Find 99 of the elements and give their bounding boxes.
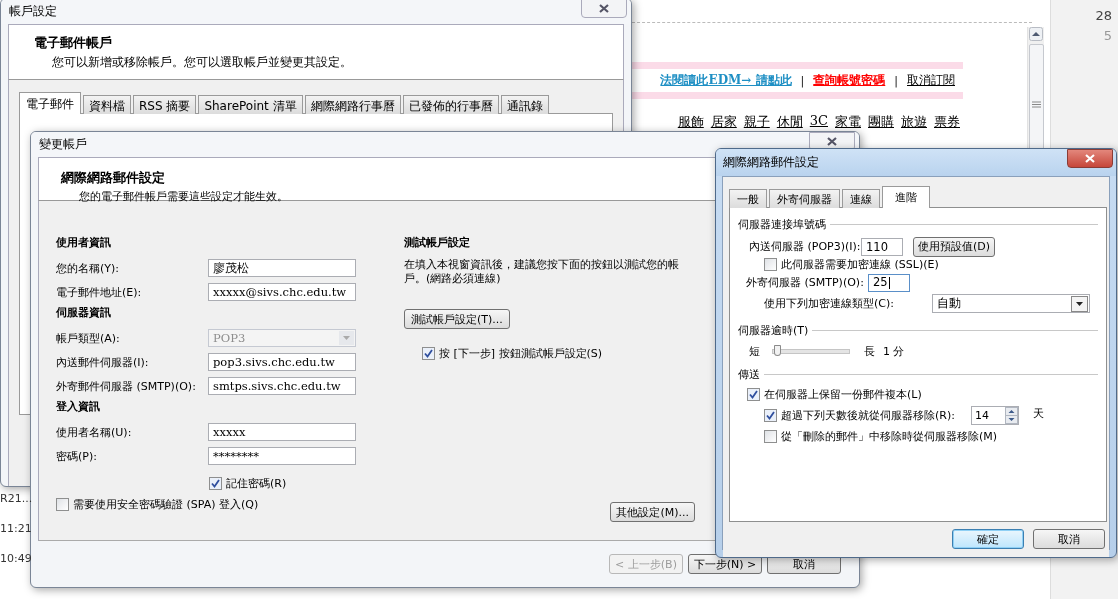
button[interactable]: 確定 <box>952 529 1024 549</box>
input-field[interactable]: pop3.sivs.chc.edu.tw <box>208 353 356 371</box>
unit-label: 天 <box>1032 406 1044 421</box>
field-label: 外寄伺服器 (SMTP)(O): <box>746 275 865 290</box>
input-field[interactable]: ******** <box>208 447 356 465</box>
tab[interactable]: 一般 <box>729 189 767 208</box>
tab[interactable]: 外寄伺服器 <box>769 189 840 208</box>
checkbox[interactable] <box>764 430 777 443</box>
slider-reading: 1 分 <box>883 343 905 359</box>
checkbox[interactable] <box>764 258 777 271</box>
link[interactable]: 法閱讀此EDM→ 請點此 <box>660 72 792 89</box>
tab[interactable]: 通訊錄 <box>500 95 549 114</box>
checkbox-label: 記住密碼(R) <box>226 475 287 491</box>
section-heading: 伺服器資訊 <box>56 305 112 321</box>
header-title: 網際網路郵件設定 <box>61 170 165 187</box>
tab[interactable]: SharePoint 清單 <box>198 95 303 114</box>
number-spinner[interactable]: 14 <box>970 406 1019 425</box>
input-field[interactable]: 廖茂松 <box>208 259 356 277</box>
separator-text: | <box>894 74 898 87</box>
field-label: 密碼(P): <box>56 448 98 464</box>
separator-text: | <box>800 74 805 87</box>
group-title: 伺服器連接埠號碼 <box>738 217 826 232</box>
spinner-value: 14 <box>974 409 989 422</box>
category-link[interactable]: 服飾 <box>677 113 704 131</box>
caret-icon <box>1076 301 1083 306</box>
section-heading: 登入資訊 <box>56 399 101 415</box>
tab[interactable]: 電子郵件 <box>19 92 81 114</box>
checkbox-label: 此伺服器需要加密連線 (SSL)(E) <box>781 257 939 272</box>
field-label: 外寄郵件伺服器 (SMTP)(O): <box>56 378 197 394</box>
header-subtitle: 您的電子郵件帳戶需要這些設定才能生效。 <box>79 189 288 204</box>
tab[interactable]: 網際網路行事曆 <box>304 95 401 114</box>
spinner-arrows-icon <box>1004 407 1018 424</box>
input-field[interactable]: smtps.sivs.chc.edu.tw <box>208 377 356 395</box>
group-title: 傳送 <box>738 367 760 382</box>
section-heading: 測試帳戶設定 <box>404 235 471 251</box>
field-label: 內送伺服器 (POP3)(I): <box>749 239 861 254</box>
window-title: 變更帳戶 <box>39 136 87 153</box>
category-link[interactable]: 團購 <box>868 113 894 131</box>
header-title: 電子郵件帳戶 <box>34 35 112 52</box>
category-link[interactable]: 親子 <box>743 113 770 131</box>
default-button[interactable]: 使用預設值(D) <box>913 236 996 257</box>
tab[interactable]: 進階 <box>882 186 930 208</box>
checkbox-label: 超過下列天數後就從伺服器移除(R): <box>781 408 955 423</box>
slider-label: 短 <box>749 343 760 359</box>
close-button[interactable] <box>1067 149 1113 168</box>
checkbox[interactable] <box>209 476 222 490</box>
close-icon <box>827 137 837 146</box>
window-title: 帳戶設定 <box>9 3 57 20</box>
close-icon <box>1085 154 1095 163</box>
field-label: 帳戶類型(A): <box>56 330 121 346</box>
scroll-up-icon <box>1029 27 1043 41</box>
input-field[interactable]: xxxxx <box>208 423 356 441</box>
slider[interactable] <box>772 348 850 354</box>
link[interactable]: 取消訂閱 <box>907 72 955 89</box>
more-settings-button[interactable]: 其他設定(M)... <box>610 502 695 522</box>
description-text: 在填入本視窗資訊後，建議您按下面的按鈕以測試您的帳戶。(網路必須連線) <box>404 258 680 286</box>
category-link[interactable]: 票券 <box>934 113 960 131</box>
window-title: 網際網路郵件設定 <box>723 154 819 171</box>
calendar-day[interactable]: 28 <box>1095 8 1112 23</box>
tab[interactable]: RSS 摘要 <box>133 95 197 114</box>
checkbox-label: 按 [下一步] 按鈕測試帳戶設定(S) <box>439 346 603 361</box>
button[interactable]: 取消 <box>1033 529 1105 549</box>
link[interactable]: 查詢帳號密碼 <box>813 72 886 89</box>
category-link[interactable]: 家電 <box>835 113 861 131</box>
section-heading: 使用者資訊 <box>56 235 112 251</box>
checkbox-label: 需要使用安全密碼驗證 (SPA) 登入(Q) <box>73 497 259 512</box>
caret-icon <box>343 336 350 340</box>
dropdown[interactable]: 自動 <box>932 294 1090 313</box>
close-icon <box>599 4 609 13</box>
tab[interactable]: 連線 <box>842 189 880 208</box>
test-button[interactable]: 測試帳戶設定(T)... <box>404 309 510 329</box>
slider-thumb[interactable] <box>773 344 781 356</box>
category-link[interactable]: 旅遊 <box>901 113 927 131</box>
input-field[interactable]: 25 <box>868 273 910 292</box>
input-field[interactable]: xxxxx@sivs.chc.edu.tw <box>208 283 356 301</box>
dropdown-value: 自動 <box>937 296 961 311</box>
category-link[interactable]: 休閒 <box>776 113 803 131</box>
header-subtitle: 您可以新增或移除帳戶。您可以選取帳戶並變更其設定。 <box>52 54 352 71</box>
field-label: 您的名稱(Y): <box>56 260 120 276</box>
tab[interactable]: 已發佈的行事曆 <box>402 95 499 114</box>
input-field[interactable]: 110 <box>861 237 903 256</box>
checkbox-label: 從「刪除的郵件」中移除時從伺服器移除(M) <box>781 429 998 444</box>
checkbox[interactable] <box>422 347 435 360</box>
grip-icon <box>1031 100 1041 108</box>
category-link[interactable]: 3C <box>809 113 828 131</box>
slider-label: 長 <box>864 343 875 359</box>
field-label: 內送郵件伺服器(I): <box>56 354 150 370</box>
checkbox[interactable] <box>56 498 69 511</box>
tab[interactable]: 資料檔 <box>83 95 131 114</box>
close-button[interactable] <box>581 0 627 18</box>
checkbox-label: 在伺服器上保留一份郵件複本(L) <box>764 387 922 402</box>
field-label: 使用下列加密連線類型(C): <box>764 296 895 311</box>
dropdown-value: POP3 <box>213 330 246 346</box>
group-title: 伺服器逾時(T) <box>738 323 809 338</box>
field-label: 電子郵件地址(E): <box>56 284 143 300</box>
category-link[interactable]: 居家 <box>710 113 737 131</box>
checkbox[interactable] <box>764 409 777 422</box>
field-label: 使用者名稱(U): <box>56 424 133 440</box>
checkbox[interactable] <box>747 388 760 401</box>
